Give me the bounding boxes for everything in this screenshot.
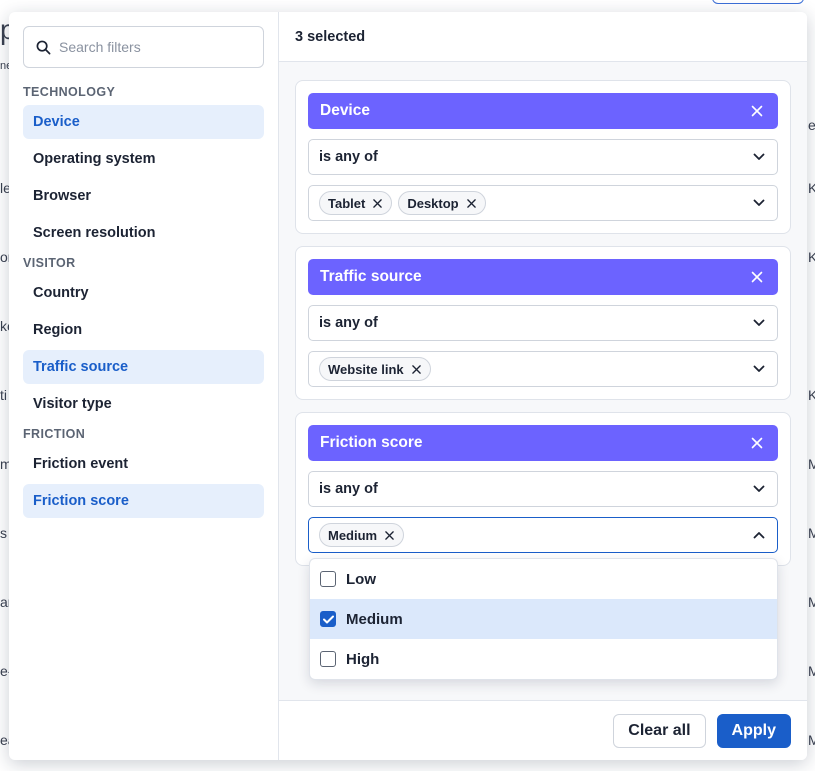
option-label: High [346,650,380,668]
remove-filter-button[interactable] [748,434,766,452]
chip-remove-button[interactable] [373,198,383,208]
chevron-down-icon [753,319,765,326]
checkbox[interactable] [320,611,336,627]
chevron-down-icon [753,365,765,372]
operator-value: is any of [319,315,378,331]
value-select[interactable]: Tablet Desktop [308,185,778,221]
background-text-fragment: K [808,387,815,403]
chip-list: Tablet Desktop [319,191,486,215]
operator-select[interactable]: is any of [308,139,778,175]
background-text-fragment: e [808,117,815,133]
option-high[interactable]: High [310,639,777,679]
background-text-fragment: ti [0,387,7,403]
close-icon [411,364,421,374]
chip-label: Website link [328,361,404,377]
chip-remove-button[interactable] [411,364,422,374]
group-title-visitor: VISITOR [23,256,76,270]
option-label: Medium [346,610,403,628]
chevron-down-icon [753,485,765,492]
close-icon [466,198,476,208]
modal-footer: Clear all Apply [279,700,807,760]
background-text-fragment: M [808,663,815,679]
sidebar-item-country[interactable]: Country [23,276,264,310]
operator-select[interactable]: is any of [308,471,778,507]
sidebar-item-friction-event[interactable]: Friction event [23,447,264,481]
group-title-friction: FRICTION [23,427,86,441]
chevron-up-icon [753,532,765,539]
option-medium[interactable]: Medium [310,599,777,639]
operator-value: is any of [319,481,378,497]
filter-sidebar: TECHNOLOGY Device Operating system Brows… [9,12,279,760]
sidebar-item-traffic-source[interactable]: Traffic source [23,350,264,384]
filter-card-header: Device [308,93,778,129]
chip-label: Tablet [328,195,366,211]
options-dropdown: Low Medium High [309,558,778,680]
value-select[interactable]: Website link [308,351,778,387]
operator-select[interactable]: is any of [308,305,778,341]
sidebar-item-operating-system[interactable]: Operating system [23,142,264,176]
group-title-technology: TECHNOLOGY [23,85,116,99]
chevron-down-icon [753,199,765,206]
background-text-fragment: M [808,456,815,472]
background-text-fragment: K [808,249,815,265]
chip-list: Website link [319,357,431,381]
chip: Website link [319,357,431,381]
background-button [712,0,804,4]
option-label: Low [346,570,376,588]
search-input[interactable] [59,39,249,55]
chip-remove-button[interactable] [466,198,477,208]
search-box[interactable] [23,26,264,68]
checkmark-icon [322,615,334,623]
close-icon [751,105,763,117]
background-text-fragment: s [0,525,7,541]
sidebar-item-browser[interactable]: Browser [23,179,264,213]
filter-card-traffic-source: Traffic source is any of Website link [295,246,791,400]
chip: Tablet [319,191,393,215]
clear-all-button[interactable]: Clear all [613,713,706,748]
remove-filter-button[interactable] [748,268,766,286]
filter-card-device: Device is any of Tablet Desktop [295,80,791,234]
background-text-fragment: M [808,594,815,610]
chip-label: Desktop [407,195,459,211]
sidebar-item-screen-resolution[interactable]: Screen resolution [23,216,264,250]
apply-button[interactable]: Apply [716,713,791,748]
background-text-fragment: K [808,180,815,196]
close-icon [751,437,763,449]
close-icon [751,271,763,283]
chip-list: Medium [319,523,405,547]
operator-value: is any of [319,149,378,165]
chip-remove-button[interactable] [385,530,395,540]
filter-card-friction-score: Friction score is any of Medium [295,412,791,566]
chip-label: Medium [328,527,378,543]
search-icon [36,40,51,54]
chevron-down-icon [753,153,765,160]
close-icon [385,530,394,540]
selected-count: 3 selected [279,12,807,62]
option-low[interactable]: Low [310,559,777,599]
filter-main-panel: 3 selected Device is any of Tablet Deskt… [279,12,807,760]
sidebar-item-friction-score[interactable]: Friction score [23,484,264,518]
filter-card-title: Friction score [320,434,423,451]
background-text-fragment: M [808,732,815,748]
filter-card-title: Traffic source [320,268,422,285]
filter-card-title: Device [320,102,370,119]
filter-modal: TECHNOLOGY Device Operating system Brows… [9,12,807,760]
background-text-fragment: M [808,525,815,541]
chip: Desktop [398,191,486,215]
remove-filter-button[interactable] [748,102,766,120]
checkbox[interactable] [320,651,336,667]
sidebar-item-device[interactable]: Device [23,105,264,139]
sidebar-item-region[interactable]: Region [23,313,264,347]
checkbox[interactable] [320,571,336,587]
sidebar-item-visitor-type[interactable]: Visitor type [23,387,264,421]
filter-card-header: Friction score [308,425,778,461]
filter-card-header: Traffic source [308,259,778,295]
value-select[interactable]: Medium [308,517,778,553]
chip: Medium [319,523,405,547]
close-icon [373,198,383,208]
